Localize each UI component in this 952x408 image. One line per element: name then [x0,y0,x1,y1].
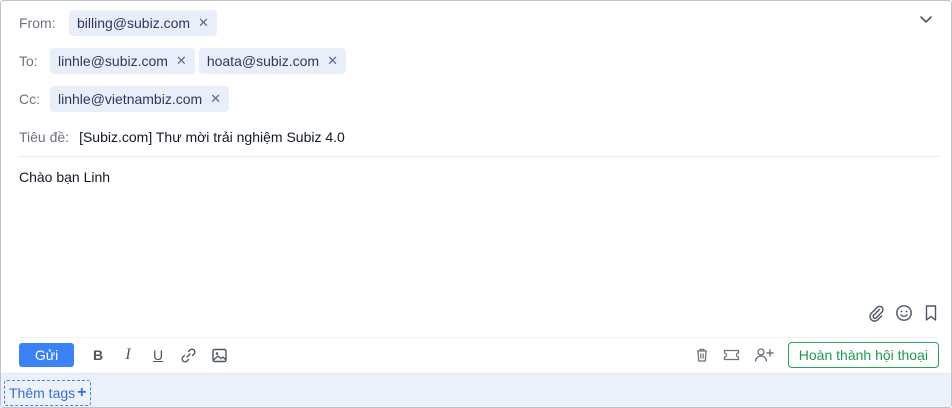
trash-icon[interactable] [695,347,709,363]
plus-icon: + [77,384,87,401]
cc-chip[interactable]: linhle@vietnambiz.com ✕ [50,86,230,112]
add-tags-label: Thêm tags [9,385,76,401]
from-chip[interactable]: billing@subiz.com ✕ [69,10,217,36]
attachment-tools [867,304,939,322]
cc-chip-email: linhle@vietnambiz.com [58,91,203,107]
from-label: From: [19,15,56,31]
link-icon[interactable] [180,347,197,364]
to-chip[interactable]: linhle@subiz.com ✕ [50,48,195,74]
conversation-tools: Hoàn thành hội thoại [695,342,939,368]
image-icon[interactable] [211,347,228,364]
from-chip-email: billing@subiz.com [77,15,191,31]
add-user-icon[interactable] [754,347,774,363]
divider [19,156,939,157]
close-icon[interactable]: ✕ [198,15,209,31]
cc-row: Cc: linhle@vietnambiz.com ✕ [19,86,233,112]
from-row: From: billing@subiz.com ✕ [19,10,221,36]
cc-label: Cc: [19,91,40,107]
bookmark-icon[interactable] [923,304,939,322]
ticket-icon[interactable] [723,348,740,362]
to-row: To: linhle@subiz.com ✕ hoata@subiz.com ✕ [19,48,350,74]
subject-input[interactable]: [Subiz.com] Thư mời trải nghiệm Subiz 4.… [79,129,345,145]
add-tags-button[interactable]: Thêm tags + [4,380,92,406]
bold-button[interactable]: B [90,347,106,363]
subject-label: Tiêu đề: [19,129,70,145]
close-icon[interactable]: ✕ [327,53,338,69]
to-chip-email: hoata@subiz.com [206,53,320,69]
close-icon[interactable]: ✕ [176,53,187,69]
close-icon[interactable]: ✕ [210,91,221,107]
to-label: To: [19,53,38,69]
underline-button[interactable]: U [150,347,166,363]
smile-icon[interactable] [895,304,913,322]
send-button[interactable]: Gửi [19,343,74,367]
chevron-down-icon[interactable] [919,15,933,25]
format-tools: B I U [90,346,228,364]
email-composer: From: billing@subiz.com ✕ To: linhle@sub… [0,0,952,408]
complete-conversation-button[interactable]: Hoàn thành hội thoại [787,342,939,368]
toolbar-divider [19,337,939,338]
email-body[interactable]: Chào bạn Linh [19,169,110,185]
italic-button[interactable]: I [120,346,136,364]
to-chip[interactable]: hoata@subiz.com ✕ [198,48,347,74]
compose-toolbar: Gửi B I U Hoàn thành hội thoại [19,342,939,368]
paperclip-icon[interactable] [867,304,885,322]
to-chip-email: linhle@subiz.com [58,53,168,69]
footer-bar: Thêm tags + [1,373,951,407]
subject-row[interactable]: Tiêu đề: [Subiz.com] Thư mời trải nghiệm… [19,124,345,150]
